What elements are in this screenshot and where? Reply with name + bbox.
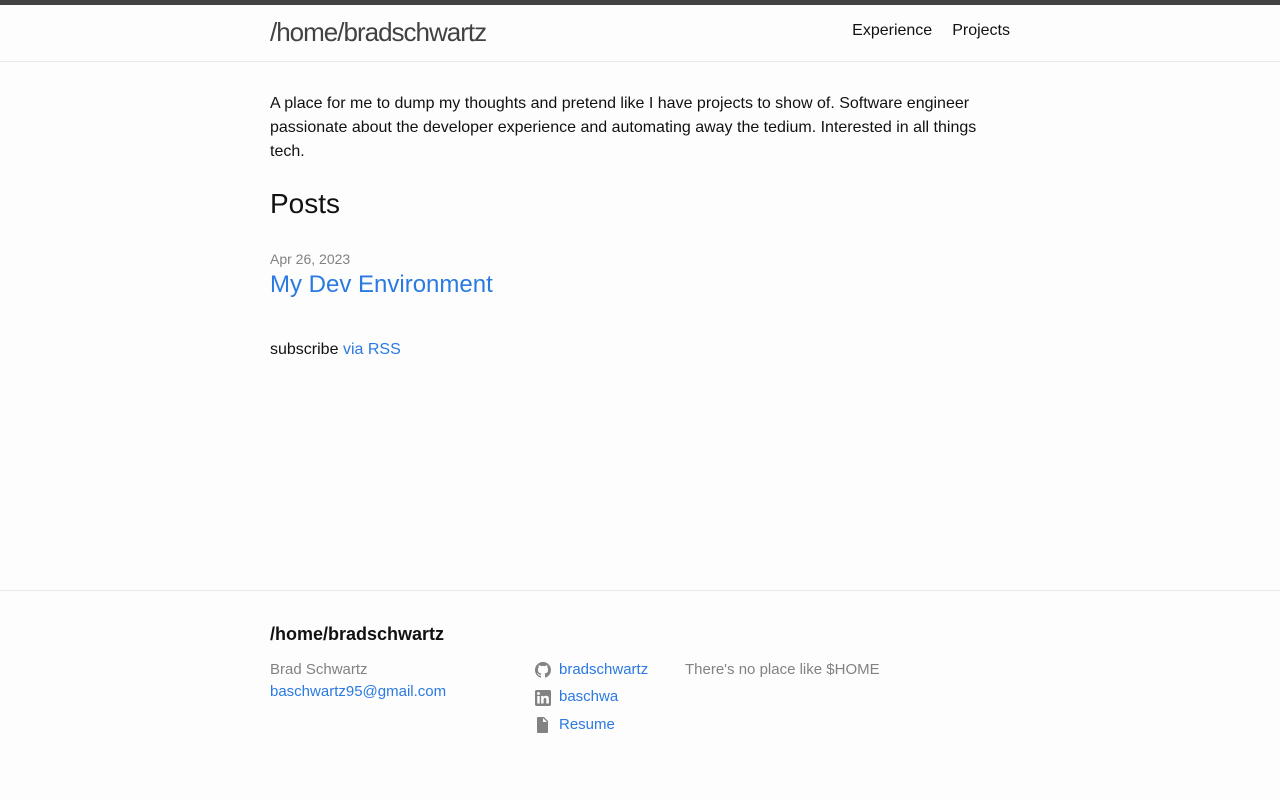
social-item-linkedin: baschwa	[534, 687, 685, 709]
site-header: /home/bradschwartz Experience Projects	[0, 5, 1280, 62]
post-list: Apr 26, 2023 My Dev Environment	[270, 250, 1010, 300]
github-icon	[534, 662, 551, 679]
file-icon	[534, 717, 551, 734]
post-date: Apr 26, 2023	[270, 251, 351, 267]
footer-email-link[interactable]: baschwartz95@gmail.com	[270, 683, 446, 700]
site-footer: /home/bradschwartz Brad Schwartz baschwa…	[0, 590, 1280, 800]
footer-social: bradschwartz baschwa Resume	[534, 659, 685, 742]
site-nav: Experience Projects	[852, 19, 1010, 43]
resume-link[interactable]: Resume	[559, 714, 615, 737]
nav-link-projects[interactable]: Projects	[952, 19, 1010, 43]
subscribe-label: subscribe	[270, 341, 339, 358]
footer-contact: Brad Schwartz baschwartz95@gmail.com	[270, 659, 534, 742]
social-item-resume: Resume	[534, 714, 685, 736]
linkedin-icon	[534, 689, 551, 706]
footer-name: Brad Schwartz	[270, 661, 368, 678]
site-title-link[interactable]: /home/bradschwartz	[270, 16, 487, 48]
rss-subscribe: subscribe via RSS	[270, 338, 1010, 362]
linkedin-link[interactable]: baschwa	[559, 686, 618, 709]
github-link[interactable]: bradschwartz	[559, 659, 648, 682]
social-item-github: bradschwartz	[534, 659, 685, 681]
post-item: Apr 26, 2023 My Dev Environment	[270, 250, 1010, 300]
post-title-link[interactable]: My Dev Environment	[270, 270, 1010, 300]
rss-link[interactable]: via RSS	[343, 341, 401, 358]
footer-tagline-col: There's no place like $HOME	[685, 659, 1010, 742]
nav-link-experience[interactable]: Experience	[852, 19, 932, 43]
page-content: A place for me to dump my thoughts and p…	[0, 62, 1280, 590]
posts-heading: Posts	[270, 188, 341, 219]
footer-heading: /home/bradschwartz	[270, 624, 445, 644]
intro-text: A place for me to dump my thoughts and p…	[270, 95, 977, 160]
footer-tagline: There's no place like $HOME	[685, 661, 880, 678]
